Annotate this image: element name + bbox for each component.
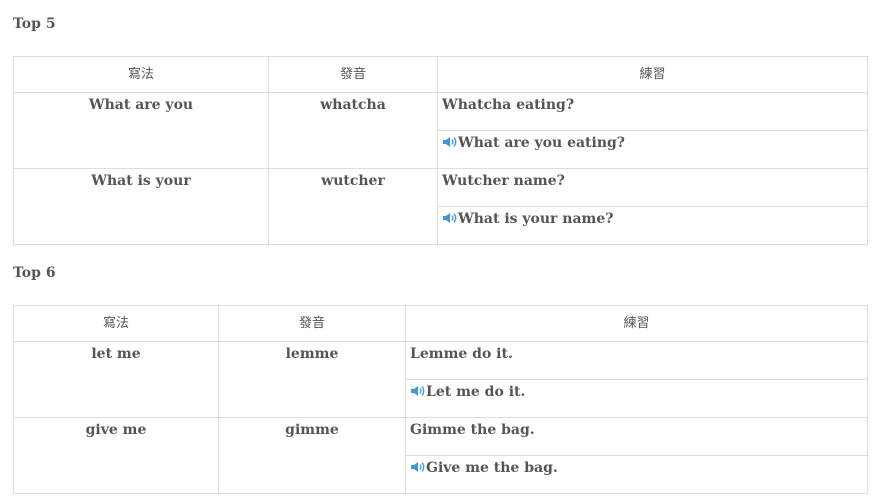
audio-example-text: Let me do it. (426, 384, 526, 400)
audio-example-cell: What is your name? (437, 206, 868, 245)
spelling-cell: What is your (13, 168, 269, 245)
table-row: let me lemme Lemme do it. (13, 341, 868, 418)
pronunciation-table-top5: 寫法 發音 練習 What are you whatcha Whatcha ea… (13, 56, 868, 245)
example-cell: Wutcher name? (437, 168, 868, 207)
audio-example-cell: Let me do it. (405, 379, 868, 418)
table-row: give me gimme Gimme the bag. (13, 417, 868, 494)
table-header-row: 寫法 發音 練習 (13, 305, 868, 342)
audio-example-cell: What are you eating? (437, 130, 868, 169)
pronunciation-table-top6: 寫法 發音 練習 let me lemme Lemme do it. Let m… (13, 305, 868, 494)
header-practice: 練習 (405, 305, 868, 342)
header-pronunciation: 發音 (218, 305, 406, 342)
example-cell: Gimme the bag. (405, 417, 868, 456)
example-cell: Whatcha eating? (437, 92, 868, 131)
speaker-icon[interactable] (442, 211, 457, 223)
audio-example-text: What are you eating? (458, 135, 626, 151)
speaker-icon[interactable] (410, 460, 425, 472)
table-header-row: 寫法 發音 練習 (13, 56, 868, 93)
section-title-top6: Top 6 (13, 265, 56, 281)
spelling-cell: let me (13, 341, 219, 418)
audio-example-text: Give me the bag. (426, 460, 558, 476)
table-row: What is your wutcher Wutcher name? (13, 168, 868, 245)
pronunciation-cell: lemme (218, 341, 406, 418)
pronunciation-cell: gimme (218, 417, 406, 494)
header-spelling: 寫法 (13, 56, 269, 93)
table-row: What are you whatcha Whatcha eating? (13, 92, 868, 169)
pronunciation-cell: whatcha (268, 92, 438, 169)
header-pronunciation: 發音 (268, 56, 438, 93)
speaker-icon[interactable] (442, 135, 457, 147)
spelling-cell: What are you (13, 92, 269, 169)
spelling-cell: give me (13, 417, 219, 494)
audio-example-text: What is your name? (458, 211, 614, 227)
header-practice: 練習 (437, 56, 868, 93)
section-title-top5: Top 5 (13, 16, 56, 32)
speaker-icon[interactable] (410, 384, 425, 396)
pronunciation-cell: wutcher (268, 168, 438, 245)
example-cell: Lemme do it. (405, 341, 868, 380)
audio-example-cell: Give me the bag. (405, 455, 868, 494)
header-spelling: 寫法 (13, 305, 219, 342)
